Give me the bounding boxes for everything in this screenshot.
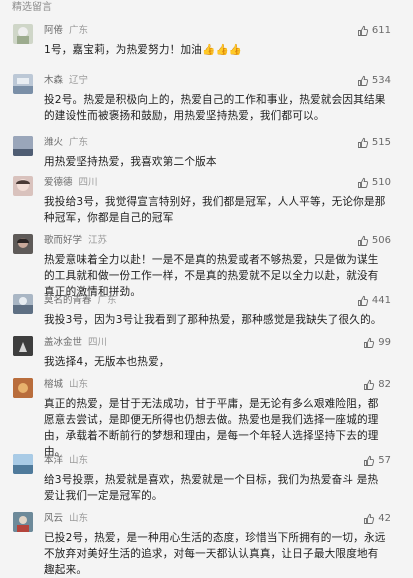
comment-author[interactable]: 阿倦 <box>44 25 63 36</box>
comment-author[interactable]: 本洋 <box>44 455 63 466</box>
like-button[interactable]: 515 <box>357 135 391 150</box>
avatar[interactable] <box>13 294 33 314</box>
avatar[interactable] <box>13 74 33 94</box>
avatar[interactable] <box>13 176 33 196</box>
comment-location: 辽宁 <box>69 75 89 86</box>
comment-author[interactable]: 爱德德 <box>44 177 73 188</box>
like-button[interactable]: 57 <box>363 453 391 468</box>
comment-item: 本洋 山东 57 给3号投票，热爱就是喜欢，热爱就是一个目标，我们为热爱奋斗 是热… <box>0 446 413 504</box>
comment-text: 1号，嘉宝莉，为热爱努力！加油👍👍👍 <box>44 44 243 56</box>
like-button[interactable]: 82 <box>363 377 391 392</box>
thumbs-up-icon <box>364 379 375 390</box>
comment-author[interactable]: 歌而好学 <box>44 235 82 246</box>
like-count: 506 <box>371 235 391 246</box>
comment-location: 山东 <box>69 455 89 466</box>
comment-author[interactable]: 盖冰金世 <box>44 337 82 348</box>
comment-author[interactable]: 木森 <box>44 75 63 86</box>
like-count: 99 <box>378 337 391 348</box>
comment-text: 给3号投票，热爱就是喜欢，热爱就是一个目标，我们为热爱奋斗 是热爱让我们一定是冠… <box>44 474 379 502</box>
comment-text: 投2号。热爱是积极向上的，热爱自己的工作和事业，热爱就会因其结果的建设性而被褒扬… <box>44 94 386 122</box>
like-button[interactable]: 510 <box>357 175 391 190</box>
avatar[interactable] <box>13 454 33 474</box>
thumbs-up-icon <box>357 25 368 36</box>
comment-item: 风云 山东 42 已投2号，热爱，是一种用心生活的态度，珍惜当下所拥有的一切，永远… <box>0 504 413 576</box>
thumbs-up-icon <box>364 337 375 348</box>
like-button[interactable]: 42 <box>363 511 391 526</box>
comment-item: 潍火 广东 515 用热爱坚持热爱，我喜欢第二个版本 <box>0 128 413 168</box>
thumbs-up-icon <box>357 75 368 86</box>
comment-item: 阿倦 广东 611 1号，嘉宝莉，为热爱努力！加油👍👍👍 <box>0 16 413 66</box>
comment-text: 我选择4，无版本也热爱， <box>44 356 170 368</box>
comment-item: 莫名的青春 广东 441 我投3号，因为3号让我看到了那种热爱，那种感觉是我缺失了… <box>0 286 413 328</box>
comment-item: 盖冰金世 四川 99 我选择4，无版本也热爱， <box>0 328 413 370</box>
comment-item: 爱德德 四川 510 我投给3号，我觉得宣言特别好，我们都是冠军，人人平等，无论你… <box>0 168 413 226</box>
comment-location: 山东 <box>69 379 89 390</box>
like-button[interactable]: 99 <box>363 335 391 350</box>
avatar[interactable] <box>13 24 33 44</box>
comment-author[interactable]: 潍火 <box>44 137 63 148</box>
like-count: 42 <box>378 513 391 524</box>
thumbs-up-icon <box>357 235 368 246</box>
section-title: 精选留言 <box>12 2 52 13</box>
like-button[interactable]: 611 <box>357 23 391 38</box>
like-count: 82 <box>378 379 391 390</box>
comment-text: 我投给3号，我觉得宣言特别好，我们都是冠军，人人平等，无论你是那种冠军，你都是自… <box>44 196 386 224</box>
comment-author[interactable]: 榕城 <box>44 379 63 390</box>
like-button[interactable]: 506 <box>357 233 391 248</box>
comment-location: 四川 <box>78 177 98 188</box>
comment-location: 四川 <box>88 337 108 348</box>
thumbs-up-icon <box>364 513 375 524</box>
avatar[interactable] <box>13 234 33 254</box>
like-count: 611 <box>371 25 391 36</box>
comment-item: 木森 辽宁 534 投2号。热爱是积极向上的，热爱自己的工作和事业，热爱就会因其结… <box>0 66 413 128</box>
thumbs-up-icon <box>357 137 368 148</box>
comment-location: 山东 <box>69 513 89 524</box>
avatar[interactable] <box>13 336 33 356</box>
comment-location: 广东 <box>69 25 89 36</box>
avatar[interactable] <box>13 378 33 398</box>
like-count: 515 <box>371 137 391 148</box>
like-count: 534 <box>371 75 391 86</box>
like-button[interactable]: 441 <box>357 293 391 308</box>
avatar[interactable] <box>13 512 33 532</box>
comment-list: 阿倦 广东 611 1号，嘉宝莉，为热爱努力！加油👍👍👍 木森 辽宁 534 投2号… <box>0 16 413 576</box>
comment-item: 歌而好学 江苏 506 热爱意味着全力以赴！一是不是真的热爱或者不够热爱，只是做为… <box>0 226 413 298</box>
comment-location: 广东 <box>69 137 89 148</box>
comment-item: 榕城 山东 82 真正的热爱，是甘于无法成功，甘于平庸，是无论有多么艰难险阻，都愿… <box>0 370 413 458</box>
comment-location: 广东 <box>97 295 117 306</box>
thumbs-up-icon <box>364 455 375 466</box>
comment-text: 我投3号，因为3号让我看到了那种热爱，那种感觉是我缺失了很久的。 <box>44 314 382 326</box>
comment-text: 已投2号，热爱，是一种用心生活的态度，珍惜当下所拥有的一切，永远不放弃对美好生活… <box>44 532 386 576</box>
like-count: 441 <box>371 295 391 306</box>
avatar[interactable] <box>13 136 33 156</box>
thumbs-up-icon <box>357 295 368 306</box>
comment-location: 江苏 <box>88 235 108 246</box>
like-count: 510 <box>371 177 391 188</box>
comment-author[interactable]: 风云 <box>44 513 63 524</box>
like-button[interactable]: 534 <box>357 73 391 88</box>
thumbs-up-icon <box>357 177 368 188</box>
like-count: 57 <box>378 455 391 466</box>
comment-author[interactable]: 莫名的青春 <box>44 295 92 306</box>
